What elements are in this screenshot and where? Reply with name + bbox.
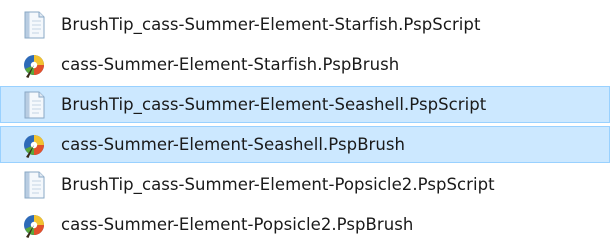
file-row-seashell-script[interactable]: BrushTip_cass-Summer-Element-Seashell.Ps… (0, 86, 610, 123)
file-row-popsicle-script[interactable]: BrushTip_cass-Summer-Element-Popsicle2.P… (0, 166, 610, 203)
file-row-popsicle-brush[interactable]: cass-Summer-Element-Popsicle2.PspBrush (0, 206, 610, 243)
file-name: cass-Summer-Element-Starfish.PspBrush (61, 55, 400, 74)
psp-brush-file-icon (21, 130, 47, 160)
file-list: BrushTip_cass-Summer-Element-Starfish.Ps… (0, 0, 610, 249)
script-file-icon (21, 170, 47, 200)
file-name: cass-Summer-Element-Seashell.PspBrush (61, 135, 406, 154)
script-file-icon (21, 10, 47, 40)
file-row-starfish-brush[interactable]: cass-Summer-Element-Starfish.PspBrush (0, 46, 610, 83)
file-name: cass-Summer-Element-Popsicle2.PspBrush (61, 215, 414, 234)
psp-brush-file-icon (21, 210, 47, 240)
file-row-seashell-brush[interactable]: cass-Summer-Element-Seashell.PspBrush (0, 126, 610, 163)
script-file-icon (21, 90, 47, 120)
file-row-starfish-script[interactable]: BrushTip_cass-Summer-Element-Starfish.Ps… (0, 6, 610, 43)
file-name: BrushTip_cass-Summer-Element-Popsicle2.P… (61, 175, 495, 194)
psp-brush-file-icon (21, 50, 47, 80)
file-name: BrushTip_cass-Summer-Element-Seashell.Ps… (61, 95, 487, 114)
file-name: BrushTip_cass-Summer-Element-Starfish.Ps… (61, 15, 481, 34)
